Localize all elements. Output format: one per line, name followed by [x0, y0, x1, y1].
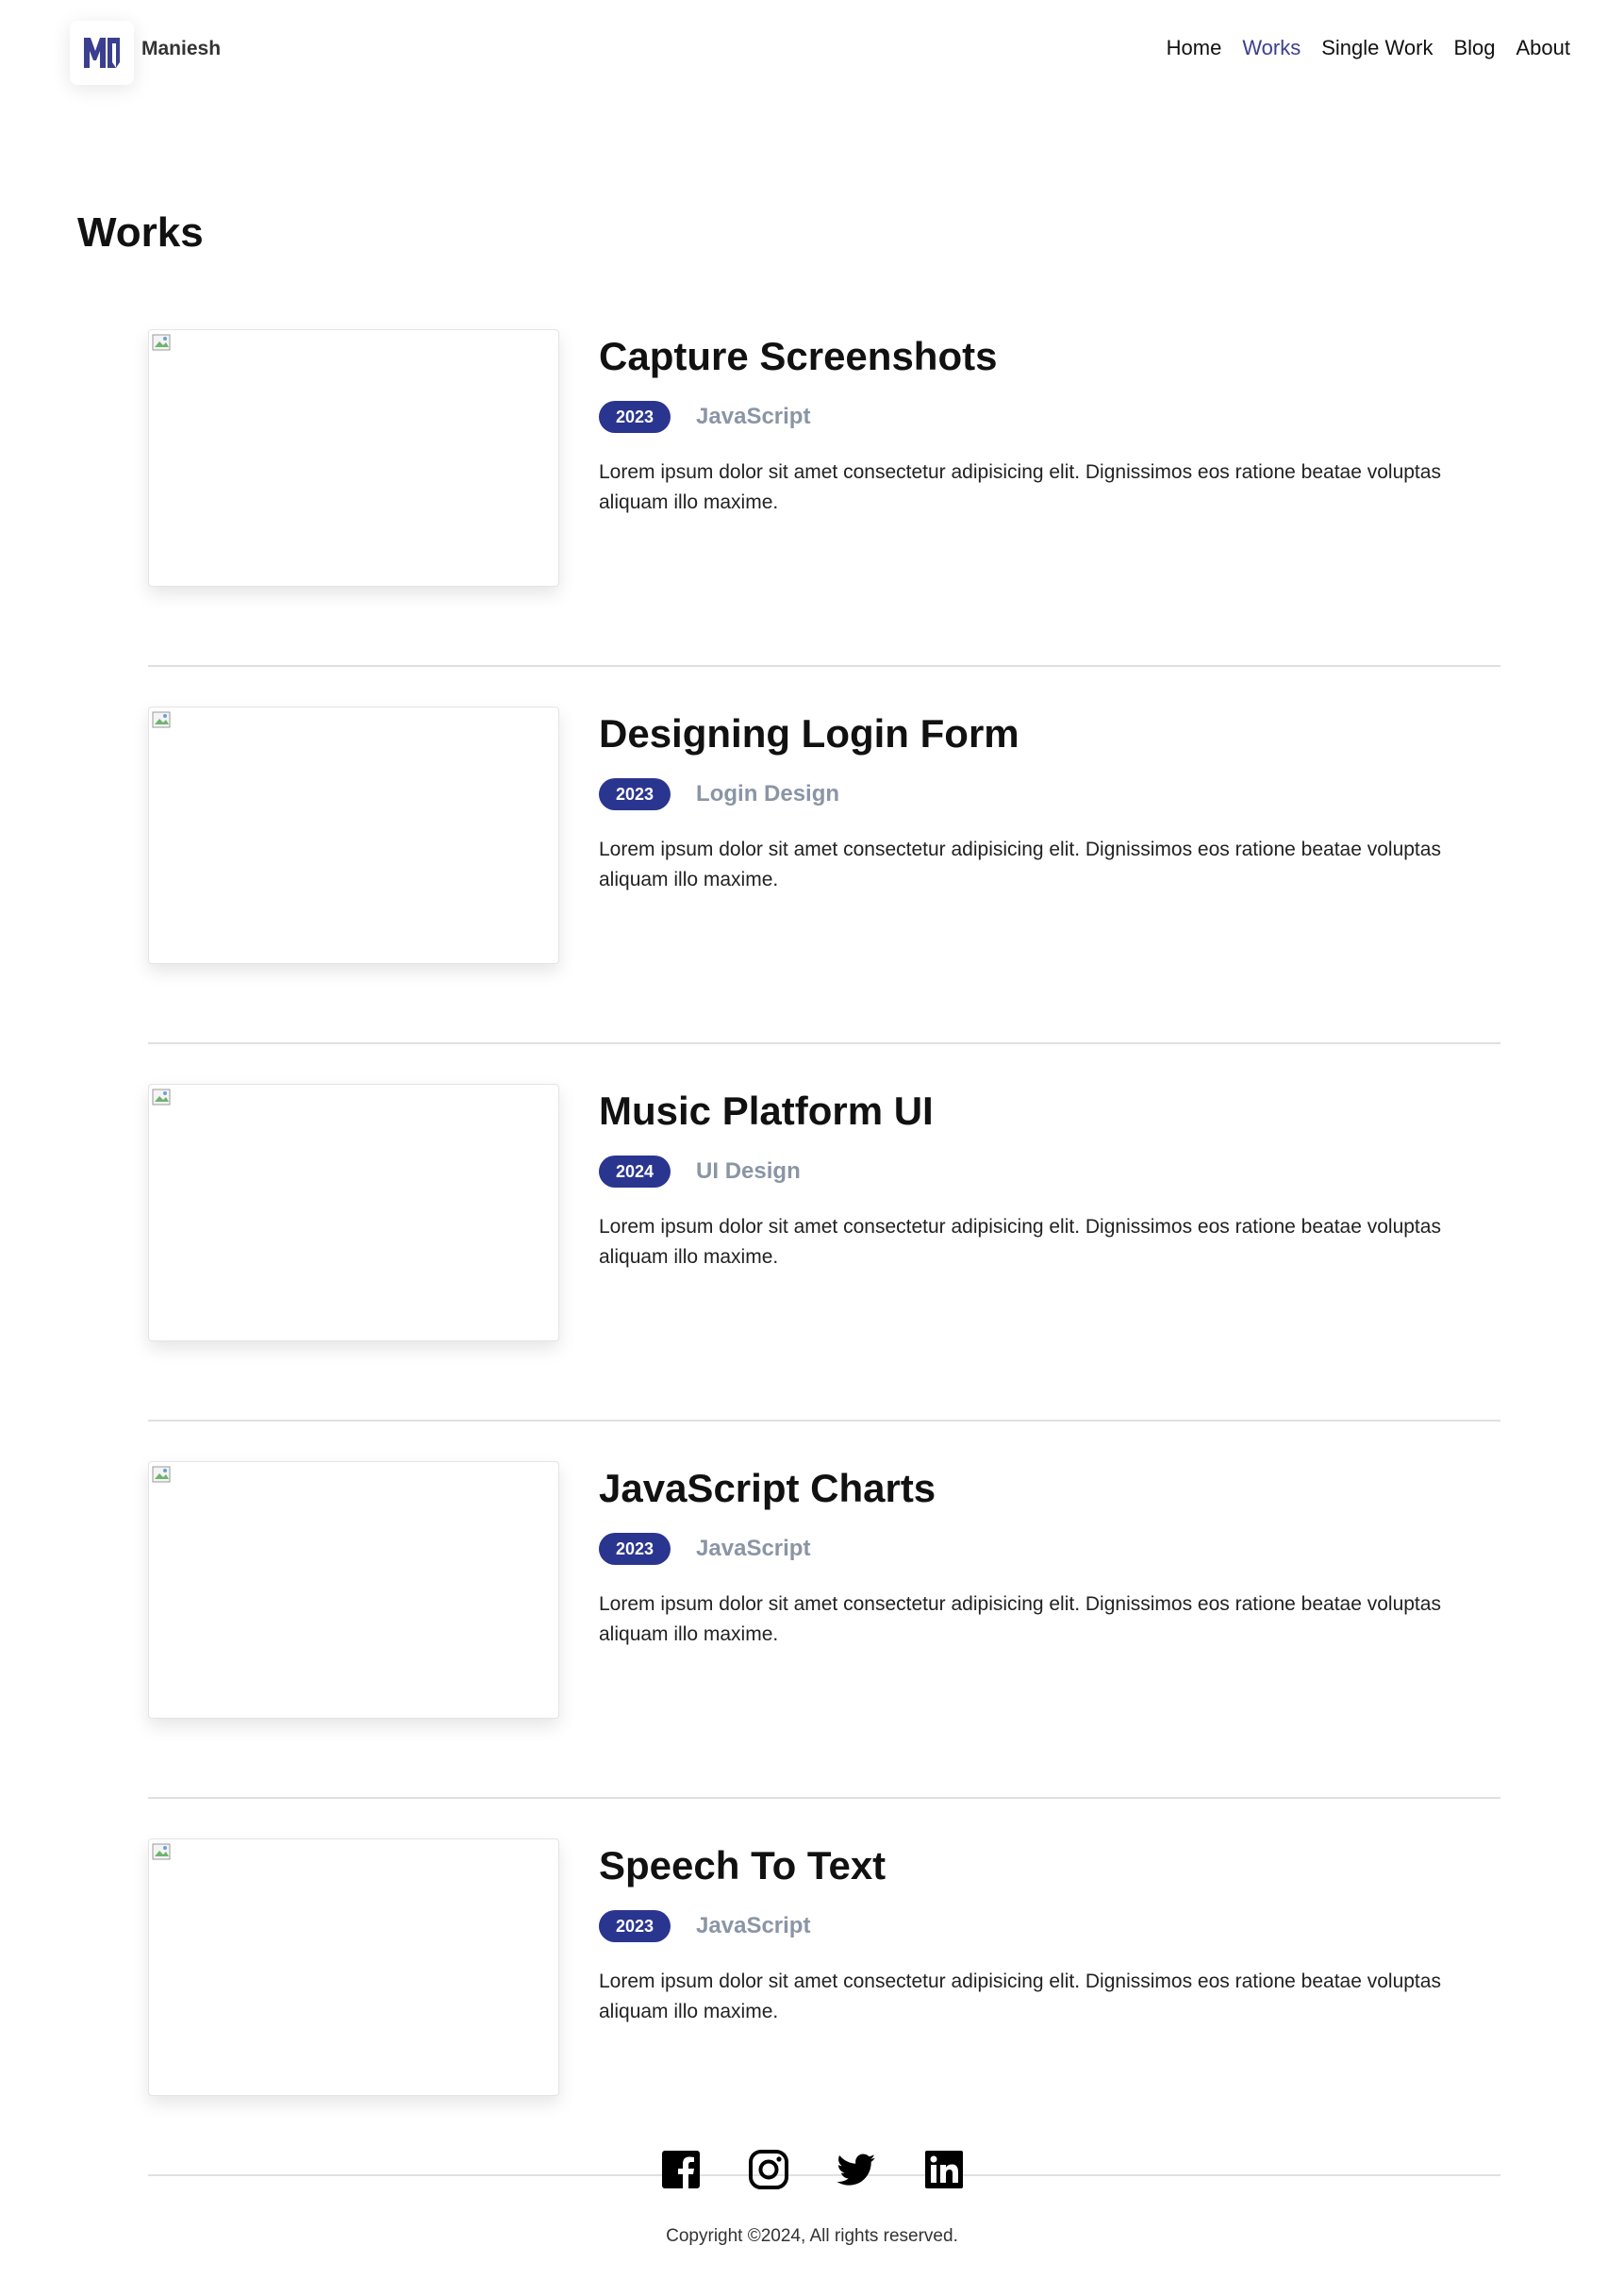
instagram-icon[interactable]: [748, 2149, 789, 2190]
work-title[interactable]: Designing Login Form: [599, 710, 1500, 757]
work-category: UI Design: [696, 1158, 801, 1185]
work-thumbnail[interactable]: [148, 1838, 559, 2096]
nav-blog[interactable]: Blog: [1453, 36, 1495, 60]
work-thumbnail[interactable]: [148, 707, 559, 964]
site-header: Maniesh Home Works Single Work Blog Abou…: [0, 0, 1624, 104]
works-list: Capture Screenshots 2023 JavaScript Lore…: [148, 329, 1500, 2176]
work-thumbnail[interactable]: [148, 329, 559, 587]
work-description: Lorem ipsum dolor sit amet consectetur a…: [599, 1593, 1441, 1646]
nav-works[interactable]: Works: [1242, 36, 1301, 60]
work-info: Music Platform UI 2024 UI Design Lorem i…: [599, 1088, 1500, 1272]
work-category: JavaScript: [696, 404, 811, 430]
work-title[interactable]: Music Platform UI: [599, 1088, 1500, 1135]
work-thumbnail[interactable]: [148, 1084, 559, 1341]
year-badge: 2023: [599, 401, 671, 434]
work-category: Login Design: [696, 781, 840, 807]
social-links: [0, 2149, 1624, 2190]
broken-image-icon: [152, 334, 171, 351]
logo[interactable]: [70, 21, 134, 85]
copyright: Copyright ©2024, All rights reserved.: [666, 2226, 958, 2246]
broken-image-icon: [152, 1089, 171, 1106]
broken-image-icon: [152, 1466, 171, 1483]
work-meta: 2023 Login Design: [599, 778, 1500, 811]
work-description: Lorem ipsum dolor sit amet consectetur a…: [599, 461, 1441, 514]
work-meta: 2023 JavaScript: [599, 1910, 1500, 1943]
year-badge: 2023: [599, 778, 671, 811]
broken-image-icon: [152, 711, 171, 728]
page-title: Works: [77, 209, 204, 256]
work-title[interactable]: Speech To Text: [599, 1842, 1500, 1889]
work-item: Music Platform UI 2024 UI Design Lorem i…: [148, 1084, 1500, 1422]
work-category: JavaScript: [696, 1913, 811, 1939]
linkedin-icon[interactable]: [923, 2149, 965, 2190]
work-title[interactable]: Capture Screenshots: [599, 333, 1500, 380]
work-description: Lorem ipsum dolor sit amet consectetur a…: [599, 1971, 1441, 2023]
work-thumbnail[interactable]: [148, 1461, 559, 1719]
nav-single-work[interactable]: Single Work: [1321, 36, 1433, 60]
work-info: Speech To Text 2023 JavaScript Lorem ips…: [599, 1842, 1500, 2027]
broken-image-icon: [152, 1843, 171, 1860]
work-item: Capture Screenshots 2023 JavaScript Lore…: [148, 329, 1500, 667]
mq-logo-icon: [84, 38, 120, 68]
brand-name[interactable]: Maniesh: [141, 38, 221, 60]
year-badge: 2023: [599, 1533, 671, 1566]
work-meta: 2023 JavaScript: [599, 401, 1500, 434]
work-title[interactable]: JavaScript Charts: [599, 1465, 1500, 1512]
work-item: Designing Login Form 2023 Login Design L…: [148, 707, 1500, 1044]
year-badge: 2023: [599, 1910, 671, 1943]
facebook-icon[interactable]: [660, 2149, 702, 2190]
main-nav: Home Works Single Work Blog About: [1146, 36, 1570, 60]
work-description: Lorem ipsum dolor sit amet consectetur a…: [599, 1216, 1441, 1269]
work-item: Speech To Text 2023 JavaScript Lorem ips…: [148, 1838, 1500, 2176]
year-badge: 2024: [599, 1156, 671, 1189]
work-info: JavaScript Charts 2023 JavaScript Lorem …: [599, 1465, 1500, 1650]
work-description: Lorem ipsum dolor sit amet consectetur a…: [599, 839, 1441, 891]
nav-home[interactable]: Home: [1167, 36, 1222, 60]
nav-about[interactable]: About: [1516, 36, 1571, 60]
twitter-icon[interactable]: [836, 2149, 877, 2190]
work-item: JavaScript Charts 2023 JavaScript Lorem …: [148, 1461, 1500, 1799]
work-meta: 2023 JavaScript: [599, 1533, 1500, 1566]
work-category: JavaScript: [696, 1536, 811, 1562]
work-info: Capture Screenshots 2023 JavaScript Lore…: [599, 333, 1500, 518]
work-meta: 2024 UI Design: [599, 1156, 1500, 1189]
work-info: Designing Login Form 2023 Login Design L…: [599, 710, 1500, 895]
